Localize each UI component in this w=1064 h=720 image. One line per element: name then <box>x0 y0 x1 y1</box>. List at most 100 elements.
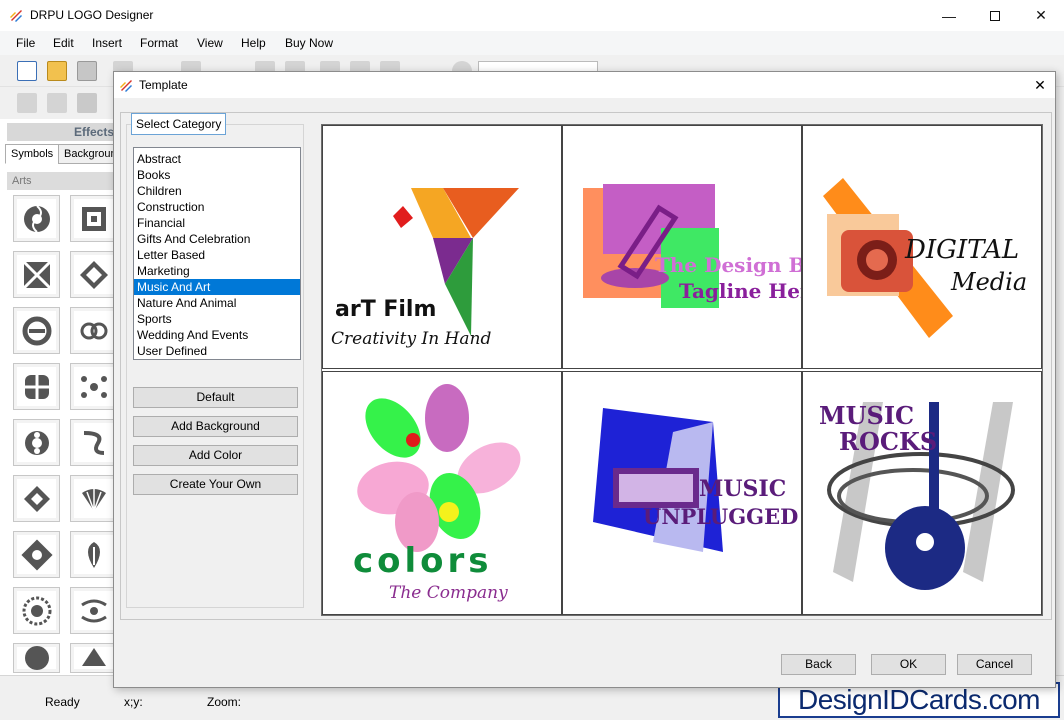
template-grid: arT Film Creativity In Hand The Design B… <box>321 124 1043 616</box>
tab-symbols[interactable]: Symbols <box>5 144 60 164</box>
symbol-tile[interactable] <box>13 643 60 673</box>
category-item[interactable]: Wedding And Events <box>134 327 300 343</box>
fan-symbol-icon <box>81 488 106 511</box>
digital-media-logo-icon: DIGITAL Media <box>823 178 1027 338</box>
close-file-icon[interactable] <box>77 61 97 81</box>
title-bar: DRPU LOGO Designer — ✕ <box>0 0 1064 31</box>
symbol-tile[interactable] <box>13 419 60 466</box>
symbol-tile[interactable] <box>70 419 117 466</box>
app-title: DRPU LOGO Designer <box>30 8 154 22</box>
template-digital-media[interactable]: DIGITAL Media <box>802 125 1042 369</box>
category-item[interactable]: Marketing <box>134 263 300 279</box>
flower-symbol-icon <box>24 430 49 455</box>
menu-format[interactable]: Format <box>140 36 178 50</box>
symbol-tile[interactable] <box>13 307 60 354</box>
app-logo-icon <box>10 10 22 22</box>
camera-tool-icon[interactable] <box>77 93 97 113</box>
close-icon: ✕ <box>1034 77 1046 93</box>
symbol-tile[interactable] <box>13 587 60 634</box>
text-tool-icon[interactable] <box>17 93 37 113</box>
dialog-title-bar: Template ✕ <box>114 72 1055 98</box>
dialog-close-button[interactable]: ✕ <box>1029 75 1051 95</box>
template-design-bag[interactable]: The Design Bag Tagline Here <box>562 125 802 369</box>
status-coordinates: x;y: <box>124 695 143 709</box>
cancel-button[interactable]: Cancel <box>957 654 1032 675</box>
art-film-logo-icon: arT Film Creativity In Hand <box>331 188 519 349</box>
category-item[interactable]: Letter Based <box>134 247 300 263</box>
category-item[interactable]: Gifts And Celebration <box>134 231 300 247</box>
template-art-film[interactable]: arT Film Creativity In Hand <box>322 125 562 369</box>
diamond-symbol-icon <box>23 485 50 512</box>
maximize-button[interactable] <box>972 0 1018 31</box>
arts-section-header: Arts <box>7 172 120 190</box>
symbol-tile[interactable] <box>70 531 117 578</box>
symbol-tile[interactable] <box>70 195 117 242</box>
symbol-tile[interactable] <box>13 475 60 522</box>
category-item[interactable]: Construction <box>134 199 300 215</box>
lotus-symbol-icon <box>20 538 53 571</box>
category-item-selected[interactable]: Music And Art <box>134 279 300 295</box>
template-line2: Media <box>950 268 1027 296</box>
template-line2: ROCKS <box>839 427 937 456</box>
back-button[interactable]: Back <box>781 654 856 675</box>
image-tool-icon[interactable] <box>47 93 67 113</box>
menu-edit[interactable]: Edit <box>53 36 74 50</box>
template-line1: arT Film <box>335 297 436 322</box>
dialog-logo-icon <box>120 80 132 92</box>
menu-view[interactable]: View <box>197 36 223 50</box>
open-folder-icon[interactable] <box>47 61 67 81</box>
symbol-tile[interactable] <box>70 363 117 410</box>
category-item[interactable]: Nature And Animal <box>134 295 300 311</box>
template-line1: colors <box>353 541 493 581</box>
category-item[interactable]: Books <box>134 167 300 183</box>
category-item[interactable]: Abstract <box>134 151 300 167</box>
colors-logo-icon: colors The Company <box>353 384 521 603</box>
category-list[interactable]: Abstract Books Children Construction Fin… <box>133 147 301 360</box>
menu-bar: File Edit Insert Format View Help Buy No… <box>0 31 1064 55</box>
symbol-tile[interactable] <box>13 363 60 410</box>
swirl-symbol-icon <box>23 204 50 233</box>
status-ready: Ready <box>45 695 80 709</box>
curl-symbol-icon <box>80 599 107 622</box>
create-your-own-button[interactable]: Create Your Own <box>133 474 298 495</box>
close-icon: ✕ <box>1035 7 1047 23</box>
symbol-tile[interactable] <box>70 307 117 354</box>
symbol-tile[interactable] <box>13 251 60 298</box>
template-line2: UNPLUGGED <box>643 504 798 529</box>
category-item[interactable]: User Defined <box>134 343 300 359</box>
template-music-unplugged[interactable]: MUSIC UNPLUGGED <box>562 371 802 615</box>
template-line2: Tagline Here <box>679 279 801 303</box>
default-button[interactable]: Default <box>133 387 298 408</box>
symbol-tile[interactable] <box>13 531 60 578</box>
template-line1: The Design Bag <box>655 253 801 277</box>
cross-knot-symbol-icon <box>24 374 49 399</box>
loop-knot-symbol-icon <box>80 322 107 339</box>
add-color-button[interactable]: Add Color <box>133 445 298 466</box>
symbol-tile[interactable] <box>13 195 60 242</box>
template-line2: Creativity In Hand <box>331 329 491 349</box>
category-item[interactable]: Sports <box>134 311 300 327</box>
ok-button[interactable]: OK <box>871 654 946 675</box>
template-music-rocks[interactable]: MUSIC ROCKS <box>802 371 1042 615</box>
add-background-button[interactable]: Add Background <box>133 416 298 437</box>
dialog-title: Template <box>139 78 188 92</box>
close-button[interactable]: ✕ <box>1018 0 1064 31</box>
template-colors[interactable]: colors The Company <box>322 371 562 615</box>
symbol-tile[interactable] <box>70 587 117 634</box>
symbol-tile[interactable] <box>70 251 117 298</box>
menu-insert[interactable]: Insert <box>92 36 122 50</box>
maximize-icon <box>990 10 1000 21</box>
music-rocks-logo-icon: MUSIC ROCKS <box>819 401 1015 590</box>
menu-file[interactable]: File <box>16 36 35 50</box>
category-item[interactable]: Financial <box>134 215 300 231</box>
menu-help[interactable]: Help <box>241 36 266 50</box>
menu-buy-now[interactable]: Buy Now <box>285 36 333 50</box>
template-line1: MUSIC <box>699 476 786 502</box>
minimize-icon: — <box>942 7 956 24</box>
symbol-tile[interactable] <box>70 475 117 522</box>
category-item[interactable]: Children <box>134 183 300 199</box>
new-file-icon[interactable] <box>17 61 37 81</box>
effects-header: Effects <box>7 123 120 141</box>
minimize-button[interactable]: — <box>926 0 972 31</box>
symbol-tile[interactable] <box>70 643 117 673</box>
